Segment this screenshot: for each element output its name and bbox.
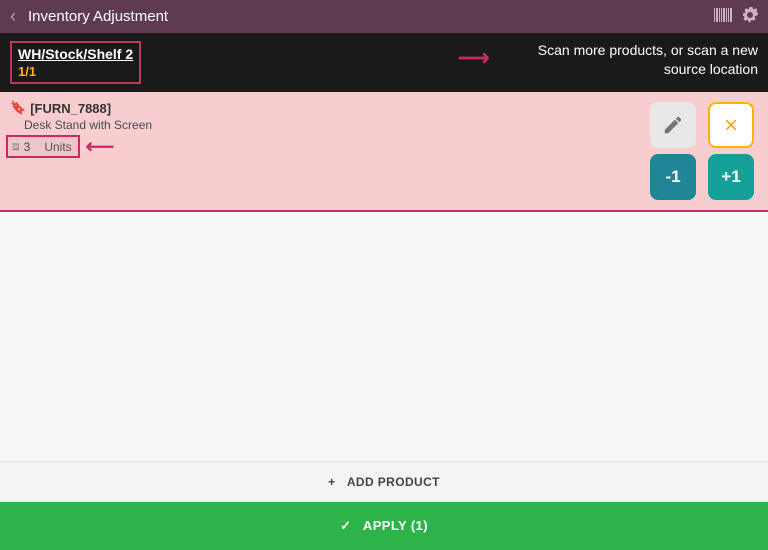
plus-icon: + [328,475,335,489]
back-icon[interactable]: ‹ [10,6,16,27]
sub-header: WH/Stock/Shelf 2 1/1 ⟶ Scan more product… [0,33,768,92]
edit-button[interactable] [650,102,696,148]
product-ref: [FURN_7888] [30,101,111,116]
check-icon: ✓ [340,518,351,533]
location-path: WH/Stock/Shelf 2 [18,46,133,62]
top-right-icons [714,7,758,27]
card-actions [650,102,754,148]
minus-button[interactable]: -1 [650,154,696,200]
product-ref-line: 🔖 [FURN_7888] [6,100,152,116]
package-icon: ⧈ [12,139,20,154]
arrow-right-icon: ⟶ [458,43,490,73]
empty-area [0,212,768,461]
product-name: Desk Stand with Screen [6,118,152,132]
apply-label: APPLY (1) [363,518,428,533]
page-title: Inventory Adjustment [28,8,168,25]
gear-icon[interactable] [742,7,758,27]
apply-button[interactable]: ✓ APPLY (1) [0,502,768,550]
add-product-button[interactable]: + ADD PRODUCT [0,461,768,502]
scan-hint: ⟶ Scan more products, or scan a new sour… [458,41,758,79]
scan-hint-text: Scan more products, or scan a new source… [500,41,758,79]
top-bar: ‹ Inventory Adjustment [0,0,768,33]
qty-value: 3 [24,140,31,154]
close-button[interactable] [708,102,754,148]
add-product-label: ADD PRODUCT [347,475,440,489]
barcode-icon[interactable] [714,8,732,26]
product-card: 🔖 [FURN_7888] Desk Stand with Screen ⧈ 3… [0,92,768,212]
location-box[interactable]: WH/Stock/Shelf 2 1/1 [10,41,141,84]
location-count: 1/1 [18,64,133,79]
tag-icon: 🔖 [10,100,26,116]
qty-box[interactable]: ⧈ 3 Units [6,135,80,158]
qty-row: ⧈ 3 Units ⟵ [6,134,152,159]
plus-button[interactable]: +1 [708,154,754,200]
arrow-left-icon: ⟵ [86,134,115,159]
qty-steppers: -1 +1 [650,154,754,200]
qty-uom: Units [44,140,71,154]
product-info: 🔖 [FURN_7888] Desk Stand with Screen ⧈ 3… [6,100,152,159]
